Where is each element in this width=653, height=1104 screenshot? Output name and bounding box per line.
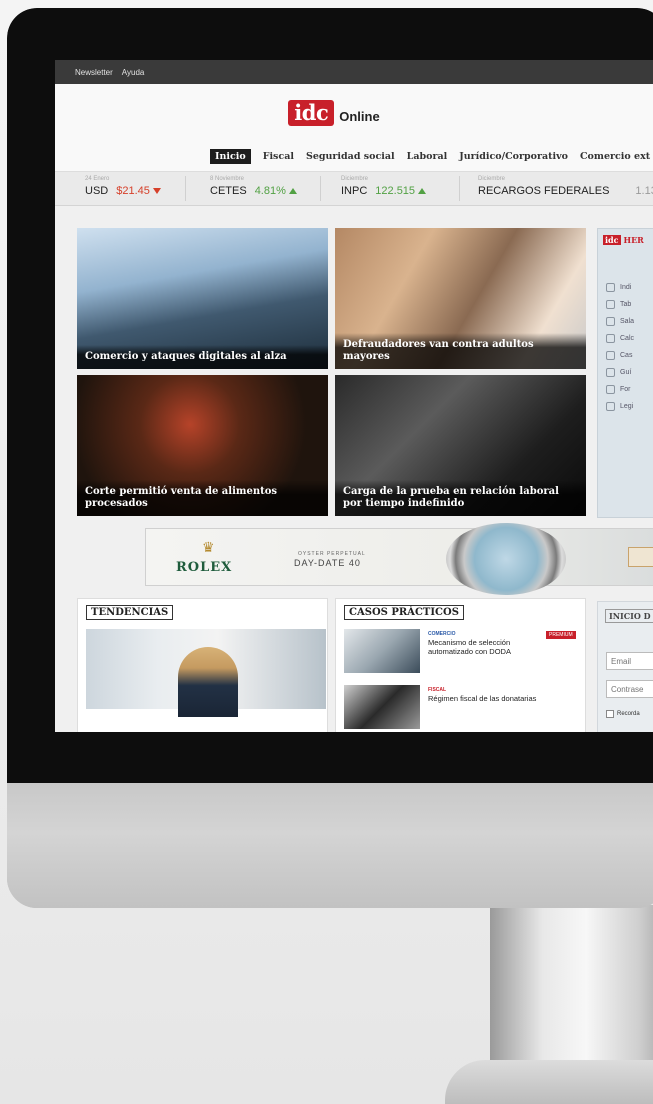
tool-item[interactable]: Guí [606, 364, 653, 381]
form-icon [606, 385, 615, 394]
salary-icon [606, 317, 615, 326]
ticker-value: 122.515 [375, 185, 427, 197]
premium-badge: PREMIUM [546, 631, 576, 639]
feature-caption: Comercio y ataques digitales al alza [77, 345, 328, 369]
ticker-value: 4.81% [255, 185, 297, 197]
tendencias-panel: TENDENCIAS [77, 598, 328, 732]
ticker-value: $21.45 [116, 185, 161, 197]
remember-me[interactable]: Recorda [606, 710, 640, 718]
nav-item-laboral[interactable]: Laboral [407, 151, 448, 162]
panel-title: TENDENCIAS [86, 605, 174, 620]
ad-brand: ROLEX [176, 560, 233, 575]
indicator-ticker: 24 Enero USD $21.45 8 Noviembre CETES 4.… [55, 172, 653, 206]
tool-item[interactable]: Indi [606, 279, 653, 296]
panel-title: CASOS PRÁCTICOS [344, 605, 464, 620]
ticker-name: INPC [341, 185, 368, 197]
ticker-name: CETES [210, 185, 247, 197]
ticker-cetes[interactable]: 8 Noviembre CETES 4.81% [186, 172, 320, 205]
feature-caption: Defraudadores van contra adultos mayores [335, 333, 586, 369]
ticker-usd[interactable]: 24 Enero USD $21.45 [55, 172, 185, 205]
feature-card[interactable]: Carga de la prueba en relación laboral p… [335, 375, 586, 516]
ticker-date: Diciembre [341, 176, 369, 182]
tool-item[interactable]: For [606, 381, 653, 398]
ticker-name: RECARGOS FEDERALES [478, 185, 610, 197]
crown-icon: ♛ [202, 539, 215, 555]
ad-banner[interactable]: ♛ ROLEX OYSTER PERPETUAL DAY-DATE 40 [145, 523, 653, 595]
tendencias-image[interactable] [86, 629, 326, 717]
feature-card[interactable]: Comercio y ataques digitales al alza [77, 228, 328, 369]
nav-item-seguridad-social[interactable]: Seguridad social [306, 151, 395, 162]
feature-card[interactable]: Corte permitió venta de alimentos proces… [77, 375, 328, 516]
email-field[interactable] [606, 652, 653, 670]
top-bar: Newsletter Ayuda [55, 60, 653, 84]
chart-icon [606, 283, 615, 292]
tools-title: HER [623, 235, 644, 245]
handshake-icon [606, 351, 615, 360]
casos-panel: CASOS PRÁCTICOS COMERCIO Mecanismo de se… [335, 598, 586, 732]
header: idc Online [55, 84, 653, 142]
ticker-date: 8 Noviembre [210, 176, 245, 182]
feature-card[interactable]: Defraudadores van contra adultos mayores [335, 228, 586, 369]
ticker-name: USD [85, 185, 109, 197]
casos-item[interactable]: COMERCIO Mecanismo de selección automati… [344, 629, 580, 675]
site-logo-suffix: Online [339, 108, 380, 124]
down-arrow-icon [152, 188, 161, 195]
ticker-date: 24 Enero [85, 176, 110, 182]
casos-category: COMERCIO [428, 631, 456, 637]
casos-title: Mecanismo de selección automatizado con … [428, 638, 511, 656]
monitor-stand-base [445, 1060, 653, 1104]
nav-item-fiscal[interactable]: Fiscal [263, 151, 294, 162]
person-image [178, 647, 238, 717]
login-title: INICIO D [605, 609, 653, 623]
nav-item-juridico[interactable]: Jurídico/Corporativo [459, 151, 568, 162]
tool-item[interactable]: Legi [606, 398, 653, 415]
casos-thumbnail [344, 685, 420, 729]
newsletter-link[interactable]: Newsletter [75, 68, 113, 77]
ticker-date: Diciembre [478, 176, 506, 182]
tool-item[interactable]: Calc [606, 330, 653, 347]
calculator-icon [606, 334, 615, 343]
nav-item-inicio[interactable]: Inicio [210, 149, 251, 164]
feature-caption: Corte permitió venta de alimentos proces… [77, 480, 328, 516]
tools-panel: idc HER Indi Tab Sala Calc Cas Guí For L… [597, 228, 653, 518]
up-arrow-icon [418, 188, 427, 195]
ad-line-1: OYSTER PERPETUAL [298, 551, 366, 557]
tool-item[interactable]: Tab [606, 296, 653, 313]
casos-category: FISCAL [428, 687, 447, 693]
law-icon [606, 402, 615, 411]
login-panel: INICIO D Recorda [597, 601, 653, 732]
ad-line-2: DAY-DATE 40 [294, 558, 361, 568]
checkbox[interactable] [606, 710, 614, 718]
ad-cta-button[interactable] [628, 547, 653, 567]
table-icon [606, 300, 615, 309]
remember-label: Recorda [617, 711, 640, 717]
tool-item[interactable]: Sala [606, 313, 653, 330]
watch-image [446, 523, 566, 595]
ticker-inpc[interactable]: Diciembre INPC 122.515 [321, 172, 459, 205]
casos-thumbnail [344, 629, 420, 673]
site-logo[interactable]: idc [288, 100, 335, 126]
feature-caption: Carga de la prueba en relación laboral p… [335, 480, 586, 516]
main-content: Comercio y ataques digitales al alza Def… [55, 206, 653, 732]
ticker-recargos[interactable]: Diciembre RECARGOS FEDERALES 1.13 [460, 172, 653, 205]
tools-logo: idc [603, 235, 621, 245]
password-field[interactable] [606, 680, 653, 698]
tool-item[interactable]: Cas [606, 347, 653, 364]
ticker-value: 1.13 [635, 185, 653, 197]
main-nav: Inicio Fiscal Seguridad social Laboral J… [55, 142, 653, 172]
casos-title: Régimen fiscal de las donatarias [428, 694, 537, 703]
up-arrow-icon [288, 188, 297, 195]
screen: Newsletter Ayuda idc Online Inicio Fisca… [55, 60, 653, 732]
help-link[interactable]: Ayuda [122, 68, 145, 77]
monitor-chin [7, 783, 653, 908]
tools-header: idc HER [598, 229, 653, 251]
casos-item[interactable]: FISCAL Régimen fiscal de las donatarias [344, 685, 580, 731]
nav-item-comercio-ext[interactable]: Comercio ext [580, 151, 650, 162]
guide-icon [606, 368, 615, 377]
